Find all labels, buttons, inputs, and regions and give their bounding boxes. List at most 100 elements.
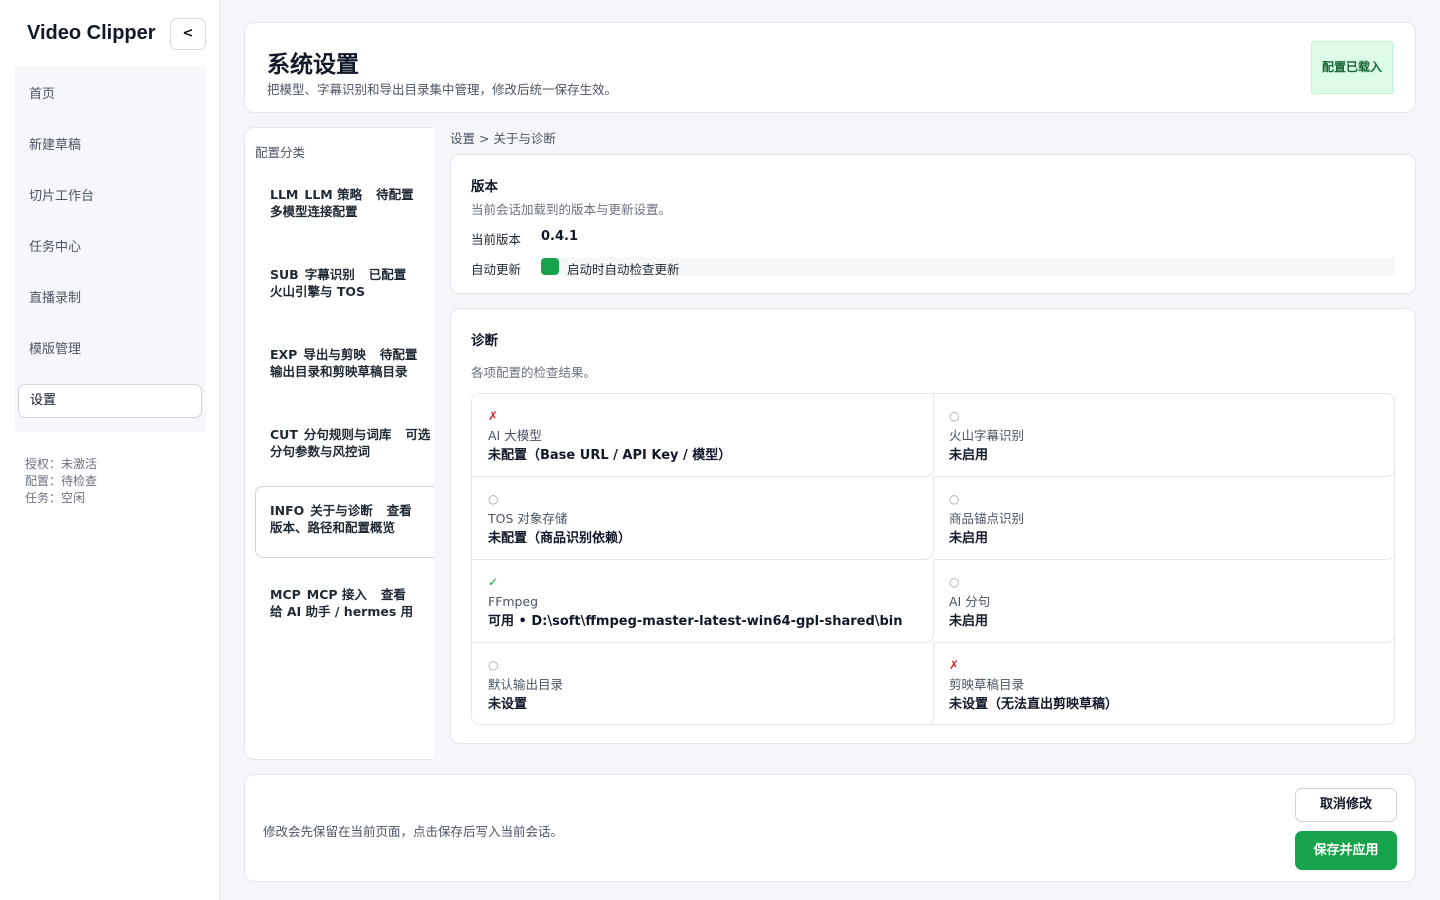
idle-circle-icon: ○ — [949, 409, 960, 423]
category-name: LLM 策略 — [304, 187, 363, 202]
idle-circle-icon: ○ — [949, 492, 960, 506]
category-desc: 版本、路径和配置概览 — [270, 520, 396, 535]
auto-update-checkbox[interactable] — [541, 258, 559, 275]
diag-name: AI 分句 — [949, 594, 991, 609]
category-name: 字幕识别 — [304, 267, 355, 282]
diag-value: 未启用 — [949, 448, 989, 463]
category-code: LLM — [270, 187, 299, 202]
page-header: 系统设置 把模型、字幕识别和导出目录集中管理，修改后统一保存生效。 配置已载入 — [244, 22, 1416, 113]
breadcrumb: 设置 > 关于与诊断 — [450, 131, 556, 146]
config-loaded-badge: 配置已载入 — [1311, 41, 1393, 94]
current-version-value: 0.4.1 — [541, 229, 579, 244]
category-name: 关于与诊断 — [310, 503, 373, 518]
sidebar: Video Clipper < 首页 新建草稿 切片工作台 任务中心 直播录制 … — [0, 0, 220, 900]
diagnostics-title: 诊断 — [471, 333, 498, 349]
diag-item-ffmpeg: ✓ FFmpeg 可用 • D:\soft\ffmpeg-master-late… — [472, 560, 934, 643]
save-apply-button[interactable]: 保存并应用 — [1295, 831, 1397, 870]
sidebar-item-live-recording[interactable]: 直播录制 — [18, 282, 202, 316]
idle-circle-icon: ○ — [488, 492, 499, 506]
diag-name: 剪映草稿目录 — [949, 677, 1025, 692]
page-subtitle: 把模型、字幕识别和导出目录集中管理，修改后统一保存生效。 — [267, 82, 618, 97]
sidebar-item-templates[interactable]: 模版管理 — [18, 333, 202, 367]
diag-item-volc-subtitle: ○ 火山字幕识别 未启用 — [933, 394, 1394, 477]
version-title: 版本 — [471, 179, 498, 195]
idle-circle-icon: ○ — [949, 575, 960, 589]
app-brand: Video Clipper — [27, 22, 156, 44]
version-section: 版本 当前会话加载到的版本与更新设置。 当前版本 0.4.1 自动更新 启动时自… — [450, 154, 1416, 294]
check-icon: ✓ — [488, 575, 499, 589]
footer-bar: 修改会先保留在当前页面，点击保存后写入当前会话。 取消修改 保存并应用 — [244, 774, 1416, 882]
category-status: 待配置 — [379, 347, 418, 362]
auto-update-text: 启动时自动检查更新 — [567, 262, 680, 277]
category-desc: 输出目录和剪映草稿目录 — [270, 364, 408, 379]
diag-name: 商品锚点识别 — [949, 511, 1025, 526]
diagnostics-grid: ✗ AI 大模型 未配置（Base URL / API Key / 模型） ○ … — [471, 393, 1395, 725]
diag-item-jianying-dir: ✗ 剪映草稿目录 未设置（无法直出剪映草稿） — [933, 643, 1394, 724]
diag-item-product-anchor: ○ 商品锚点识别 未启用 — [933, 477, 1394, 560]
category-status: 待配置 — [376, 187, 414, 202]
category-desc: 给 AI 助手 / hermes 用 — [270, 604, 414, 619]
category-item-subtitle[interactable]: SUB 字幕识别 已配置 火山引擎与 TOS — [255, 250, 434, 322]
diag-name: 火山字幕识别 — [949, 428, 1025, 443]
category-desc: 火山引擎与 TOS — [270, 284, 366, 299]
auto-update-row: 启动时自动检查更新 — [541, 257, 1395, 277]
footer-note: 修改会先保留在当前页面，点击保存后写入当前会话。 — [263, 824, 564, 839]
diag-value: 未配置（商品识别依赖） — [488, 531, 632, 546]
category-panel: 配置分类 LLM LLM 策略 待配置 多模型连接配置 SUB 字幕识别 已配置 火山引… — [244, 127, 434, 760]
sidebar-item-settings[interactable]: 设置 — [18, 384, 202, 418]
diag-value: 可用 • D:\soft\ffmpeg-master-latest-win64-… — [488, 614, 903, 629]
sidebar-item-task-center[interactable]: 任务中心 — [18, 231, 202, 265]
collapse-sidebar-button[interactable]: < — [170, 18, 206, 50]
sidebar-item-home[interactable]: 首页 — [18, 78, 202, 112]
diag-item-output-dir: ○ 默认输出目录 未设置 — [472, 643, 934, 724]
category-item-llm[interactable]: LLM LLM 策略 待配置 多模型连接配置 — [255, 170, 434, 242]
category-name: 分句规则与词库 — [303, 427, 392, 442]
category-status: 查看 — [386, 503, 412, 518]
category-name: MCP 接入 — [306, 587, 367, 602]
sidebar-item-clip-workbench[interactable]: 切片工作台 — [18, 180, 202, 214]
task-status: 任务：空闲 — [25, 491, 86, 505]
category-item-mcp[interactable]: MCP MCP 接入 查看 给 AI 助手 / hermes 用 — [255, 570, 434, 642]
sidebar-item-new-draft[interactable]: 新建草稿 — [18, 129, 202, 163]
diag-name: FFmpeg — [488, 594, 539, 609]
diag-value: 未启用 — [949, 531, 989, 546]
category-status: 已配置 — [368, 267, 407, 282]
diag-item-tos: ○ TOS 对象存储 未配置（商品识别依赖） — [472, 477, 934, 560]
category-status: 查看 — [380, 587, 406, 602]
category-code: MCP — [270, 587, 301, 602]
fail-icon: ✗ — [488, 409, 499, 423]
diag-value: 未配置（Base URL / API Key / 模型） — [488, 448, 732, 463]
category-item-cut[interactable]: CUT 分句规则与词库 可选 分句参数与风控词 — [255, 410, 434, 482]
diagnostics-section: 诊断 各项配置的检查结果。 ✗ AI 大模型 未配置（Base URL / AP… — [450, 308, 1416, 744]
category-name: 导出与剪映 — [303, 347, 366, 362]
version-desc: 当前会话加载到的版本与更新设置。 — [471, 202, 672, 217]
diag-item-ai-split: ○ AI 分句 未启用 — [933, 560, 1394, 643]
diag-name: 默认输出目录 — [488, 677, 564, 692]
category-item-export[interactable]: EXP 导出与剪映 待配置 输出目录和剪映草稿目录 — [255, 330, 434, 402]
diagnostics-desc: 各项配置的检查结果。 — [471, 365, 597, 380]
category-code: SUB — [270, 267, 299, 282]
category-code: CUT — [270, 427, 298, 442]
fail-icon: ✗ — [949, 658, 960, 672]
category-item-info[interactable]: INFO 关于与诊断 查看 版本、路径和配置概览 — [255, 486, 434, 558]
sidebar-status: 授权：未激活 配置：待检查 任务：空闲 — [25, 456, 97, 507]
category-desc: 分句参数与风控词 — [270, 444, 371, 459]
category-status: 可选 — [405, 427, 431, 442]
current-version-label: 当前版本 — [471, 232, 522, 247]
sidebar-nav: 首页 新建草稿 切片工作台 任务中心 直播录制 模版管理 设置 — [14, 66, 206, 432]
page-title: 系统设置 — [267, 52, 359, 78]
cancel-button[interactable]: 取消修改 — [1295, 788, 1397, 822]
category-code: EXP — [270, 347, 298, 362]
config-status: 配置：待检查 — [25, 474, 98, 488]
idle-circle-icon: ○ — [488, 658, 499, 672]
diag-value: 未设置 — [488, 697, 528, 712]
diag-item-ai-model: ✗ AI 大模型 未配置（Base URL / API Key / 模型） — [472, 394, 934, 477]
diag-name: TOS 对象存储 — [488, 511, 568, 526]
license-status: 授权：未激活 — [25, 457, 98, 471]
auto-update-label: 自动更新 — [471, 262, 522, 277]
diag-value: 未设置（无法直出剪映草稿） — [949, 697, 1119, 712]
category-heading: 配置分类 — [255, 145, 306, 160]
category-code: INFO — [270, 503, 305, 518]
diag-name: AI 大模型 — [488, 428, 542, 443]
category-desc: 多模型连接配置 — [270, 204, 358, 219]
